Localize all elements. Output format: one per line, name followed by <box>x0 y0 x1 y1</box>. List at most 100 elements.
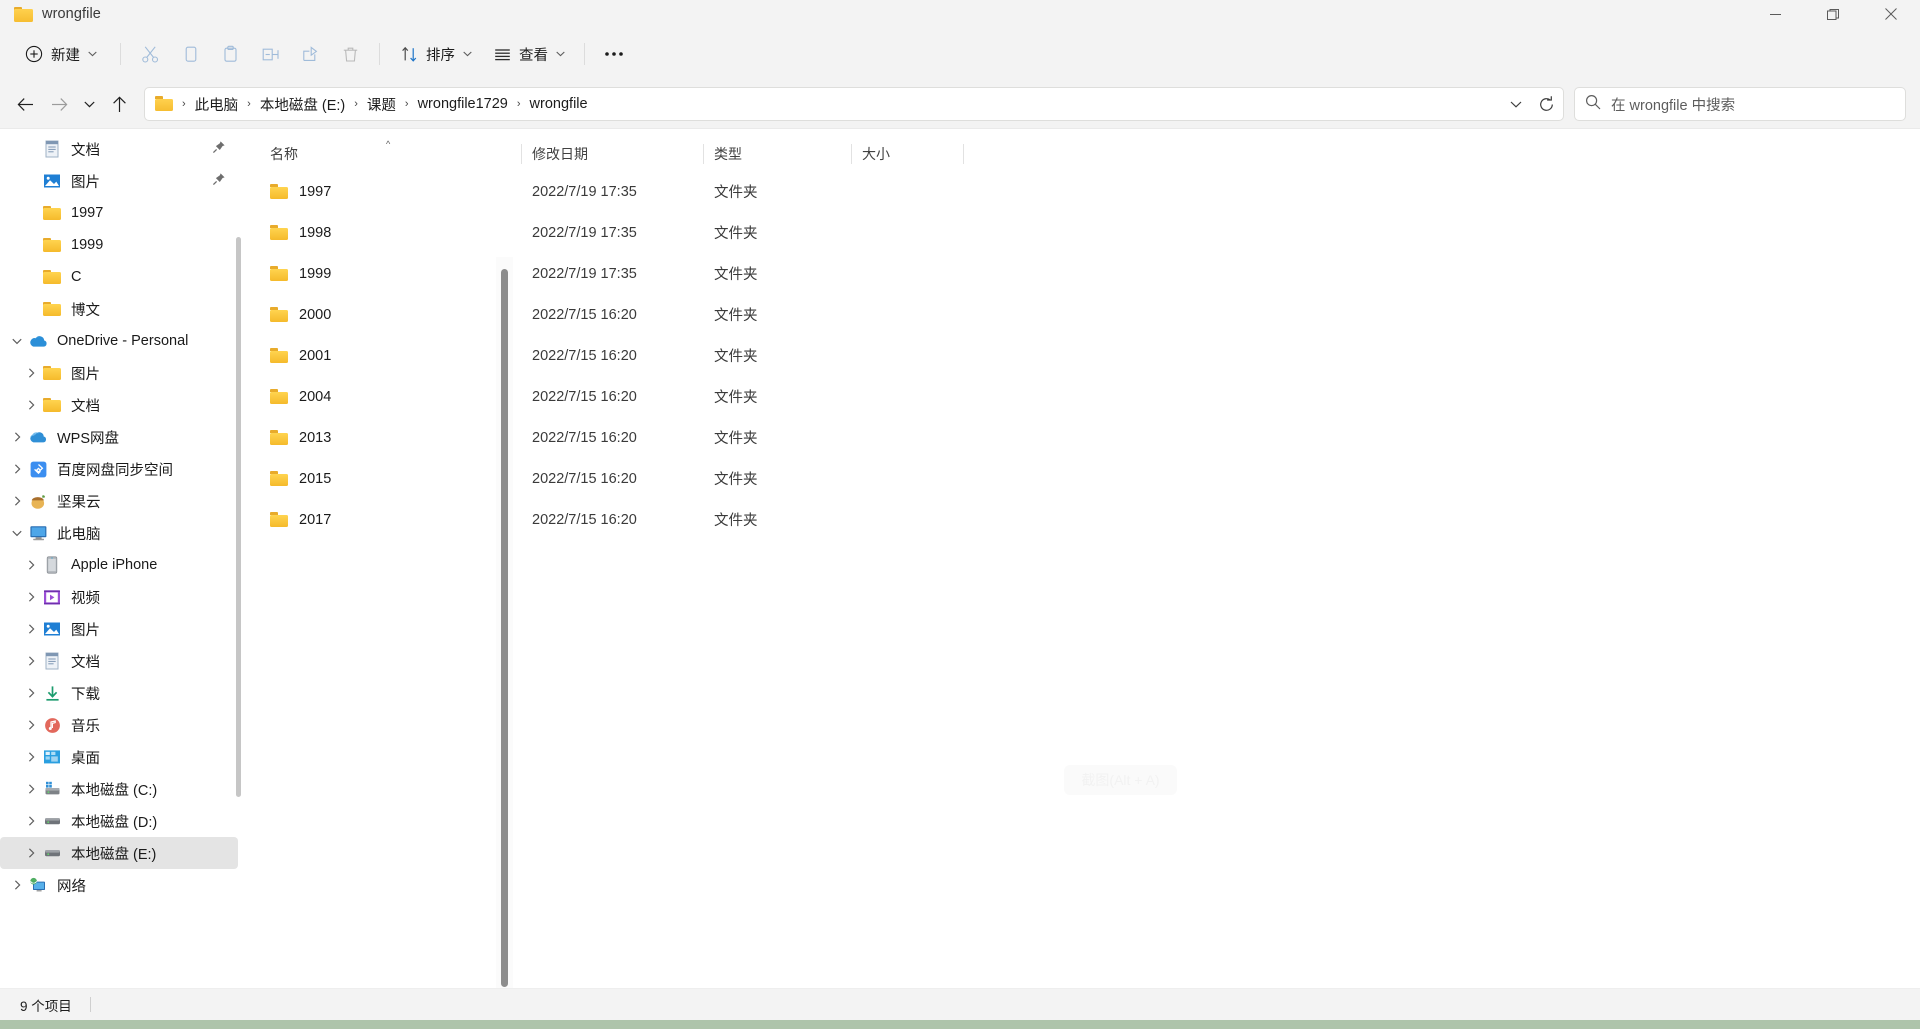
sort-button[interactable]: 排序 <box>389 36 482 72</box>
sidebar-item-百度网盘同步空间[interactable]: 百度网盘同步空间 <box>0 453 238 485</box>
file-list-row[interactable]: 2013 2022/7/15 16:20 文件夹 <box>246 417 1920 458</box>
pin-icon[interactable] <box>212 140 226 159</box>
column-header-date[interactable]: 修改日期 <box>522 137 704 171</box>
file-list-row[interactable]: 2000 2022/7/15 16:20 文件夹 <box>246 294 1920 335</box>
file-list-row[interactable]: 2001 2022/7/15 16:20 文件夹 <box>246 335 1920 376</box>
sort-arrows-icon <box>399 44 419 64</box>
title-bar-left: wrongfile <box>0 6 101 22</box>
navigation-pane[interactable]: 文档 图片 1997 1999 C 博文 OneDrive - Personal 图片 文档 WP… <box>0 129 246 988</box>
recent-locations-button[interactable] <box>76 87 102 121</box>
address-dropdown-button[interactable] <box>1501 89 1531 119</box>
address-bar[interactable]: › 此电脑 › 本地磁盘 (E:) › 课题 › wrongfile1729 ›… <box>144 87 1564 121</box>
file-list: 1997 2022/7/19 17:35 文件夹 1998 2022/7/19 17:3… <box>246 171 1920 988</box>
file-list-row[interactable]: 2017 2022/7/15 16:20 文件夹 <box>246 499 1920 540</box>
sidebar-item-文档[interactable]: 文档 <box>0 389 238 421</box>
sidebar-item-图片[interactable]: 图片 <box>0 165 238 197</box>
file-list-row[interactable]: 2015 2022/7/15 16:20 文件夹 <box>246 458 1920 499</box>
close-button[interactable] <box>1862 0 1920 28</box>
minimize-button[interactable] <box>1746 0 1804 28</box>
up-button[interactable] <box>102 87 136 121</box>
sidebar-item-桌面[interactable]: 桌面 <box>0 741 238 773</box>
sidebar-item-label: 图片 <box>71 174 100 191</box>
chevron-right-icon[interactable] <box>20 560 42 570</box>
sidebar-item-1997[interactable]: 1997 <box>0 197 238 229</box>
chevron-right-icon[interactable] <box>20 624 42 634</box>
chevron-right-icon[interactable] <box>20 688 42 698</box>
sidebar-item-音乐[interactable]: 音乐 <box>0 709 238 741</box>
forward-button[interactable] <box>42 87 76 121</box>
back-button[interactable] <box>8 87 42 121</box>
file-list-row[interactable]: 1997 2022/7/19 17:35 文件夹 <box>246 171 1920 212</box>
breadcrumb-item-4[interactable]: wrongfile <box>524 92 594 116</box>
file-list-row[interactable]: 2004 2022/7/15 16:20 文件夹 <box>246 376 1920 417</box>
more-options-button[interactable] <box>594 36 634 72</box>
copy-button[interactable] <box>170 36 210 72</box>
sidebar-item-wps网盘[interactable]: WPS网盘 <box>0 421 238 453</box>
sidebar-item-视频[interactable]: 视频 <box>0 581 238 613</box>
pin-icon[interactable] <box>212 172 226 191</box>
file-list-row[interactable]: 1998 2022/7/19 17:35 文件夹 <box>246 212 1920 253</box>
sidebar-item-坚果云[interactable]: 坚果云 <box>0 485 238 517</box>
chevron-down-icon[interactable] <box>6 338 28 345</box>
cut-button[interactable] <box>130 36 170 72</box>
rename-button[interactable] <box>250 36 290 72</box>
chevron-down-icon[interactable] <box>6 530 28 537</box>
file-date-cell: 2022/7/15 16:20 <box>532 306 637 323</box>
chevron-right-icon[interactable] <box>20 656 42 666</box>
sidebar-item-c[interactable]: C <box>0 261 238 293</box>
chevron-right-icon[interactable] <box>20 816 42 826</box>
new-button[interactable]: 新建 <box>14 36 107 72</box>
breadcrumb-item-2[interactable]: 课题 <box>361 90 402 119</box>
file-list-row[interactable]: 1999 2022/7/19 17:35 文件夹 <box>246 253 1920 294</box>
sidebar-item-网络[interactable]: 网络 <box>0 869 238 901</box>
chevron-right-icon: › <box>354 98 358 110</box>
column-header-type[interactable]: 类型 <box>704 137 852 171</box>
chevron-right-icon[interactable] <box>6 432 28 442</box>
sidebar-item-文档[interactable]: 文档 <box>0 645 238 677</box>
drive-icon <box>42 811 62 831</box>
chevron-right-icon[interactable] <box>20 400 42 410</box>
sidebar-item-图片[interactable]: 图片 <box>0 357 238 389</box>
sidebar-item-此电脑[interactable]: 此电脑 <box>0 517 238 549</box>
chevron-right-icon[interactable] <box>20 592 42 602</box>
sidebar-item-博文[interactable]: 博文 <box>0 293 238 325</box>
sidebar-item-1999[interactable]: 1999 <box>0 229 238 261</box>
file-list-scrollbar-thumb[interactable] <box>501 269 508 987</box>
sidebar-item-label: 坚果云 <box>57 494 101 511</box>
sidebar-item-图片[interactable]: 图片 <box>0 613 238 645</box>
sidebar-item-本地磁盘-(c:)[interactable]: 本地磁盘 (C:) <box>0 773 238 805</box>
sidebar-item-onedrive---personal[interactable]: OneDrive - Personal <box>0 325 238 357</box>
sidebar-item-下载[interactable]: 下载 <box>0 677 238 709</box>
search-input-placeholder[interactable]: 在 wrongfile 中搜索 <box>1611 94 1735 115</box>
search-box[interactable]: 在 wrongfile 中搜索 <box>1574 87 1906 121</box>
share-button[interactable] <box>290 36 330 72</box>
navigation-pane-scrollbar[interactable] <box>236 237 241 797</box>
chevron-right-icon[interactable] <box>20 848 42 858</box>
column-header-name[interactable]: ^ 名称 <box>260 137 522 171</box>
maximize-restore-button[interactable] <box>1804 0 1862 28</box>
sidebar-item-文档[interactable]: 文档 <box>0 133 238 165</box>
chevron-right-icon[interactable] <box>6 880 28 890</box>
file-name-label: 1997 <box>299 183 332 200</box>
chevron-right-icon[interactable] <box>20 784 42 794</box>
chevron-right-icon[interactable] <box>6 464 28 474</box>
chevron-right-icon[interactable] <box>20 720 42 730</box>
breadcrumb-item-3[interactable]: wrongfile1729 <box>412 92 514 116</box>
plus-circle-icon <box>24 44 44 64</box>
chevron-right-icon: › <box>516 98 521 110</box>
chevron-right-icon[interactable] <box>20 368 42 378</box>
delete-button[interactable] <box>330 36 370 72</box>
paste-button[interactable] <box>210 36 250 72</box>
refresh-button[interactable] <box>1531 89 1561 119</box>
chevron-right-icon[interactable] <box>6 496 28 506</box>
sidebar-item-本地磁盘-(d:)[interactable]: 本地磁盘 (D:) <box>0 805 238 837</box>
column-header-size[interactable]: 大小 <box>852 137 964 171</box>
sidebar-item-本地磁盘-(e:)[interactable]: 本地磁盘 (E:) <box>0 837 238 869</box>
view-button[interactable]: 查看 <box>482 36 575 72</box>
sidebar-item-apple-iphone[interactable]: Apple iPhone <box>0 549 238 581</box>
chevron-right-icon[interactable] <box>20 752 42 762</box>
breadcrumb-item-1[interactable]: 本地磁盘 (E:) <box>254 90 351 119</box>
breadcrumb-item-0[interactable]: 此电脑 <box>189 90 245 119</box>
toolbar-divider-3 <box>584 43 585 65</box>
breadcrumb-root-folder-icon[interactable] <box>155 96 175 112</box>
